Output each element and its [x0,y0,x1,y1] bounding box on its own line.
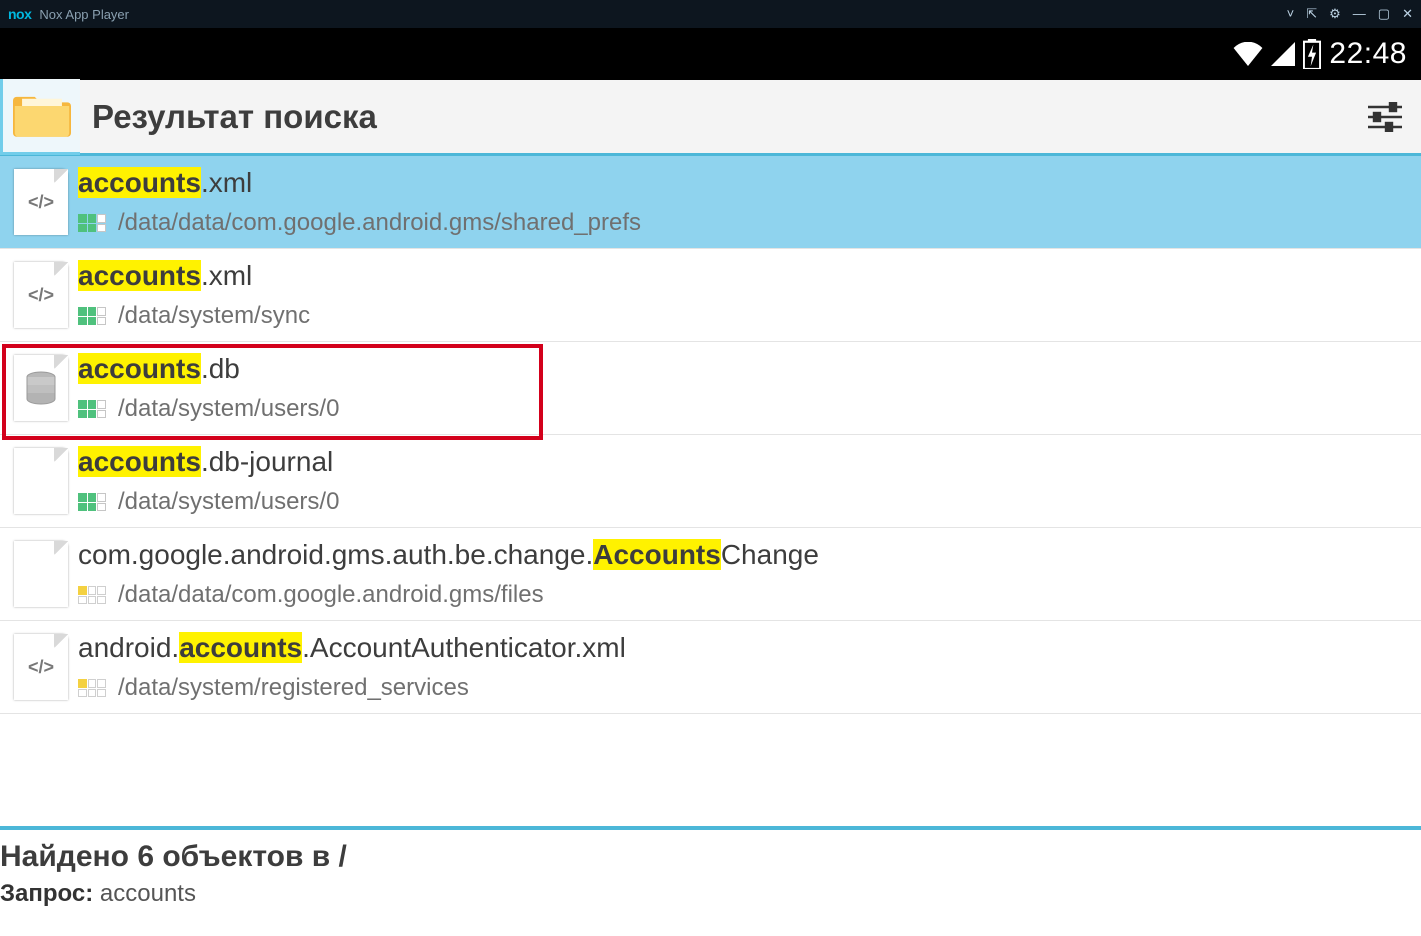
permission-indicator [78,493,106,511]
result-item[interactable]: </>accounts.xml/data/data/com.google.and… [0,156,1421,249]
file-meta: accounts.db-journal/data/system/users/0 [78,446,1413,516]
file-name: accounts.db-journal [78,446,1413,478]
file-name: android.accounts.AccountAuthenticator.xm… [78,632,1413,664]
result-item[interactable]: </> android.accounts.AccountAuthenticator… [0,621,1421,714]
result-item[interactable]: accounts.db/data/system/users/0 [0,342,1421,435]
window-maximize-icon[interactable]: ▢ [1378,6,1390,22]
file-path-row: /data/system/sync [78,302,1413,330]
android-status-bar: 22:48 [0,28,1421,80]
file-name-highlight: Accounts [593,539,721,570]
permission-indicator [78,400,106,418]
found-label-pre: Найдено [0,840,137,873]
file-path: /data/system/users/0 [118,488,339,516]
file-name-post: .xml [201,260,252,291]
window-settings-icon[interactable]: ⚙ [1329,6,1341,22]
file-name-post: .db-journal [201,446,333,477]
file-path: /data/data/com.google.android.gms/files [118,581,544,609]
file-thumb: </> [14,262,68,328]
nox-logo: nox [8,6,31,22]
window-titlebar: nox Nox App Player ˅ ⇱ ⚙ — ▢ ✕ [0,0,1421,28]
file-thumb [14,541,68,607]
found-label-post: объектов в / [154,840,347,873]
found-count: 6 [137,840,154,873]
file-name-highlight: accounts [78,260,201,291]
page-title: Результат поиска [80,98,1365,136]
file-path: /data/system/registered_services [118,674,469,702]
file-name-highlight: accounts [179,632,302,663]
file-name-post: Change [721,539,819,570]
file-path: /data/system/users/0 [118,395,339,423]
permission-indicator [78,307,106,325]
sliders-icon [1368,102,1402,132]
permission-indicator [78,586,106,604]
filter-sliders-button[interactable] [1365,97,1405,137]
file-thumb: </> [14,634,68,700]
file-name: accounts.xml [78,260,1413,292]
query-value: accounts [100,880,196,907]
status-clock: 22:48 [1329,37,1407,71]
file-thumb [14,448,68,514]
file-icon: </> [4,262,78,328]
file-icon [4,541,78,607]
file-icon: </> [4,634,78,700]
results-list: </>accounts.xml/data/data/com.google.and… [0,156,1421,714]
query-label: Запрос: [0,880,93,907]
file-name-highlight: accounts [78,167,201,198]
file-path-row: /data/system/users/0 [78,488,1413,516]
back-folder-button[interactable] [0,79,80,155]
file-path: /data/system/sync [118,302,310,330]
query-line: Запрос: accounts [0,880,1421,908]
window-minimize-icon[interactable]: — [1353,6,1366,22]
file-name: accounts.xml [78,167,1413,199]
folder-icon [13,89,71,141]
app-header: Результат поиска [0,80,1421,156]
file-name: accounts.db [78,353,1413,385]
file-path-row: /data/data/com.google.android.gms/files [78,581,1413,609]
file-name-pre: com.google.android.gms.auth.be.change. [78,539,593,570]
file-thumb [14,355,68,421]
window-dropdown-icon[interactable]: ˅ [1287,6,1295,22]
file-icon: </> [4,169,78,235]
file-path-row: /data/system/registered_services [78,674,1413,702]
window-pin-icon[interactable]: ⇱ [1306,6,1317,22]
result-item[interactable]: </>accounts.xml/data/system/sync [0,249,1421,342]
file-meta: accounts.xml/data/data/com.google.androi… [78,167,1413,237]
file-path-row: /data/data/com.google.android.gms/shared… [78,209,1413,237]
window-close-icon[interactable]: ✕ [1402,6,1413,22]
file-name-post: .db [201,353,240,384]
file-name-highlight: accounts [78,446,201,477]
file-icon [4,355,78,421]
permission-indicator [78,679,106,697]
file-path-row: /data/system/users/0 [78,395,1413,423]
file-meta: android.accounts.AccountAuthenticator.xm… [78,632,1413,702]
file-name-highlight: accounts [78,353,201,384]
file-meta: accounts.xml/data/system/sync [78,260,1413,330]
result-item[interactable]: com.google.android.gms.auth.be.change.Ac… [0,528,1421,621]
permission-indicator [78,214,106,232]
file-name-post: .xml [201,167,252,198]
file-path: /data/data/com.google.android.gms/shared… [118,209,641,237]
found-count-line: Найдено 6 объектов в / [0,840,1421,874]
signal-icon [1271,42,1295,66]
battery-charging-icon [1303,39,1321,69]
wifi-icon [1233,42,1263,66]
file-thumb: </> [14,169,68,235]
file-meta: com.google.android.gms.auth.be.change.Ac… [78,539,1413,609]
file-name-pre: android. [78,632,179,663]
window-title: Nox App Player [39,7,129,22]
file-name-post: .AccountAuthenticator.xml [302,632,626,663]
file-name: com.google.android.gms.auth.be.change.Ac… [78,539,1413,571]
window-controls: ˅ ⇱ ⚙ — ▢ ✕ [1287,6,1413,22]
result-item[interactable]: accounts.db-journal/data/system/users/0 [0,435,1421,528]
file-meta: accounts.db/data/system/users/0 [78,353,1413,423]
file-icon [4,448,78,514]
search-summary-footer: Найдено 6 объектов в / Запрос: accounts [0,826,1421,936]
